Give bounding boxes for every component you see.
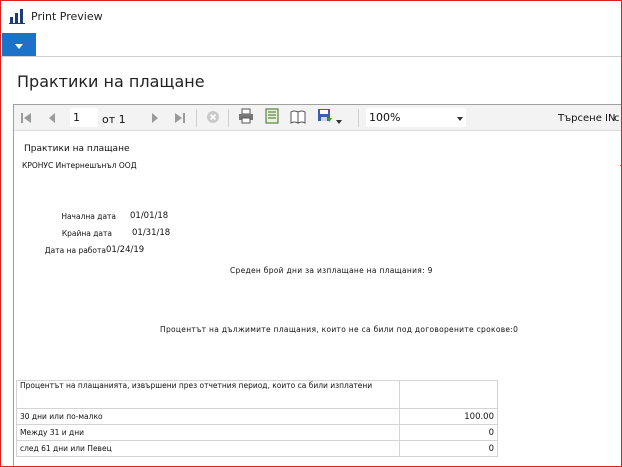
export-dropdown-arrow-icon [335, 109, 342, 128]
save-export-icon [317, 108, 333, 128]
zoom-select[interactable]: 100% [366, 108, 466, 127]
page-count-label: от 1 [102, 113, 126, 126]
menu-divider [1, 56, 621, 57]
last-page-icon [174, 109, 186, 128]
toolbar-separator [358, 109, 359, 127]
page-setup-button[interactable] [288, 109, 308, 127]
search-extra-text: с [614, 113, 620, 124]
row-label: Между 31 и дни [15, 424, 401, 441]
row-value: 100.00 [399, 408, 498, 425]
table-header-cell: Процентът на плащанията, извършени през … [15, 380, 401, 409]
end-date-label: Крайна дата [61, 229, 112, 238]
action-menu-button[interactable] [2, 33, 36, 56]
report-viewer: от 1 [13, 104, 621, 466]
printer-icon [238, 108, 254, 128]
app-chart-icon [9, 8, 25, 24]
toolbar-separator [196, 109, 197, 127]
toolbar-separator [228, 109, 229, 127]
last-page-button[interactable] [172, 109, 188, 127]
title-bar: Print Preview [1, 1, 621, 33]
zoom-value: 100% [369, 111, 401, 124]
report-page: Практики на плащане КРОНУС Интернешънъл … [14, 132, 621, 466]
report-title: Практики на плащане [24, 144, 130, 154]
print-preview-window: Print Preview Практики на плащане от 1 [0, 0, 622, 467]
start-date-label: Начална дата [61, 212, 116, 221]
table-row: Между 31 и дни 0 [15, 424, 498, 441]
overdue-percent-text: Процентът на дължимите плащания, които н… [160, 325, 519, 334]
start-date-value: 01/01/18 [130, 211, 169, 221]
book-icon [290, 109, 306, 128]
end-date-value: 01/31/18 [132, 228, 171, 238]
next-page-button[interactable] [147, 109, 163, 127]
payment-percent-table: Процентът на плащанията, извършени през … [15, 380, 498, 457]
page-title: Практики на плащане [17, 72, 205, 91]
window-title: Print Preview [31, 10, 103, 23]
previous-page-button[interactable] [44, 109, 60, 127]
page-number-input[interactable] [70, 108, 98, 127]
page-layout-button[interactable] [262, 108, 282, 128]
table-row: 30 дни или по-малко 100.00 [15, 408, 498, 425]
stop-icon [206, 109, 220, 128]
previous-page-icon [47, 109, 57, 128]
next-page-icon [150, 109, 160, 128]
export-button[interactable] [314, 109, 344, 127]
search-label[interactable]: Търсене IN [558, 113, 615, 124]
page-layout-icon [265, 108, 279, 128]
row-label: след 61 дни или Певец [15, 440, 401, 457]
table-row: след 61 дни или Певец 0 [15, 440, 498, 457]
run-date-label: Дата на работа [44, 246, 106, 255]
viewer-toolbar: от 1 [14, 105, 621, 131]
stop-rendering-button[interactable] [204, 109, 222, 127]
zoom-dropdown-arrow-icon [457, 109, 463, 128]
row-label: 30 дни или по-малко [15, 408, 401, 425]
average-days-text: Среден брой дни за изплащане на плащания… [230, 266, 433, 275]
print-button[interactable] [236, 108, 256, 128]
table-header-row: Процентът на плащанията, извършени през … [15, 380, 498, 409]
row-value: 0 [399, 440, 498, 457]
row-value: 0 [399, 424, 498, 441]
table-header-empty-cell [399, 380, 498, 409]
first-page-icon [20, 109, 32, 128]
first-page-button[interactable] [18, 109, 34, 127]
run-date-value: 01/24/19 [106, 245, 145, 255]
chevron-down-icon [14, 35, 24, 54]
report-company: КРОНУС Интернешънъл ООД [22, 161, 137, 170]
